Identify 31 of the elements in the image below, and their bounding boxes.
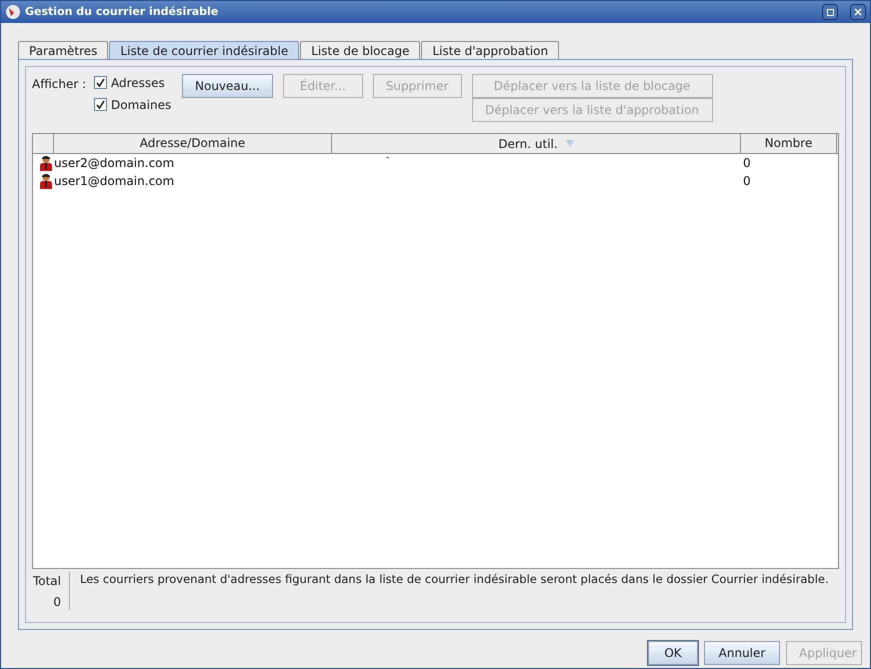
checkbox[interactable] — [94, 98, 107, 111]
checkbox[interactable] — [94, 76, 107, 89]
button[interactable]: Nouveau... — [182, 74, 273, 98]
tab[interactable]: Liste de courrier indésirable — [109, 41, 300, 59]
app-icon — [5, 4, 21, 20]
window-title: Gestion du courrier indésirable — [25, 4, 218, 20]
tab[interactable]: Paramètres — [18, 41, 108, 59]
show-label: Afficher : — [32, 76, 88, 93]
table-cell: - — [386, 153, 390, 163]
user-icon — [39, 173, 53, 189]
maximize-button[interactable] — [822, 4, 838, 20]
total-value: 0 — [53, 594, 61, 611]
info-text: Les courriers provenant d'adresses figurant dans la liste de courrier indésirable seront placés dans le dossier Courrier indésirable. — [79, 572, 829, 588]
table-cell-text: 0 — [742, 155, 752, 172]
checkbox-label: Adresses — [111, 74, 165, 92]
button[interactable]: Annuler — [704, 641, 780, 665]
close-button[interactable] — [850, 4, 866, 20]
table-cell-text: user2@domain.com — [54, 155, 176, 172]
user-icon — [39, 155, 53, 171]
tab[interactable]: Liste d'approbation — [421, 41, 560, 59]
column-header[interactable]: Dern. util. — [332, 134, 741, 153]
sort-icon — [566, 140, 574, 147]
checkbox-label: Domaines — [111, 96, 172, 114]
total-label: Total — [32, 573, 61, 590]
button[interactable]: OK — [648, 641, 698, 665]
column-header[interactable]: Adresse/Domaine — [54, 134, 332, 153]
column-header[interactable]: Nombre — [741, 134, 837, 153]
tab[interactable]: Liste de blocage — [300, 41, 420, 59]
table-cell-text: 0 — [742, 173, 752, 190]
close-icon — [854, 8, 862, 16]
table-cell-text: user1@domain.com — [54, 173, 176, 190]
